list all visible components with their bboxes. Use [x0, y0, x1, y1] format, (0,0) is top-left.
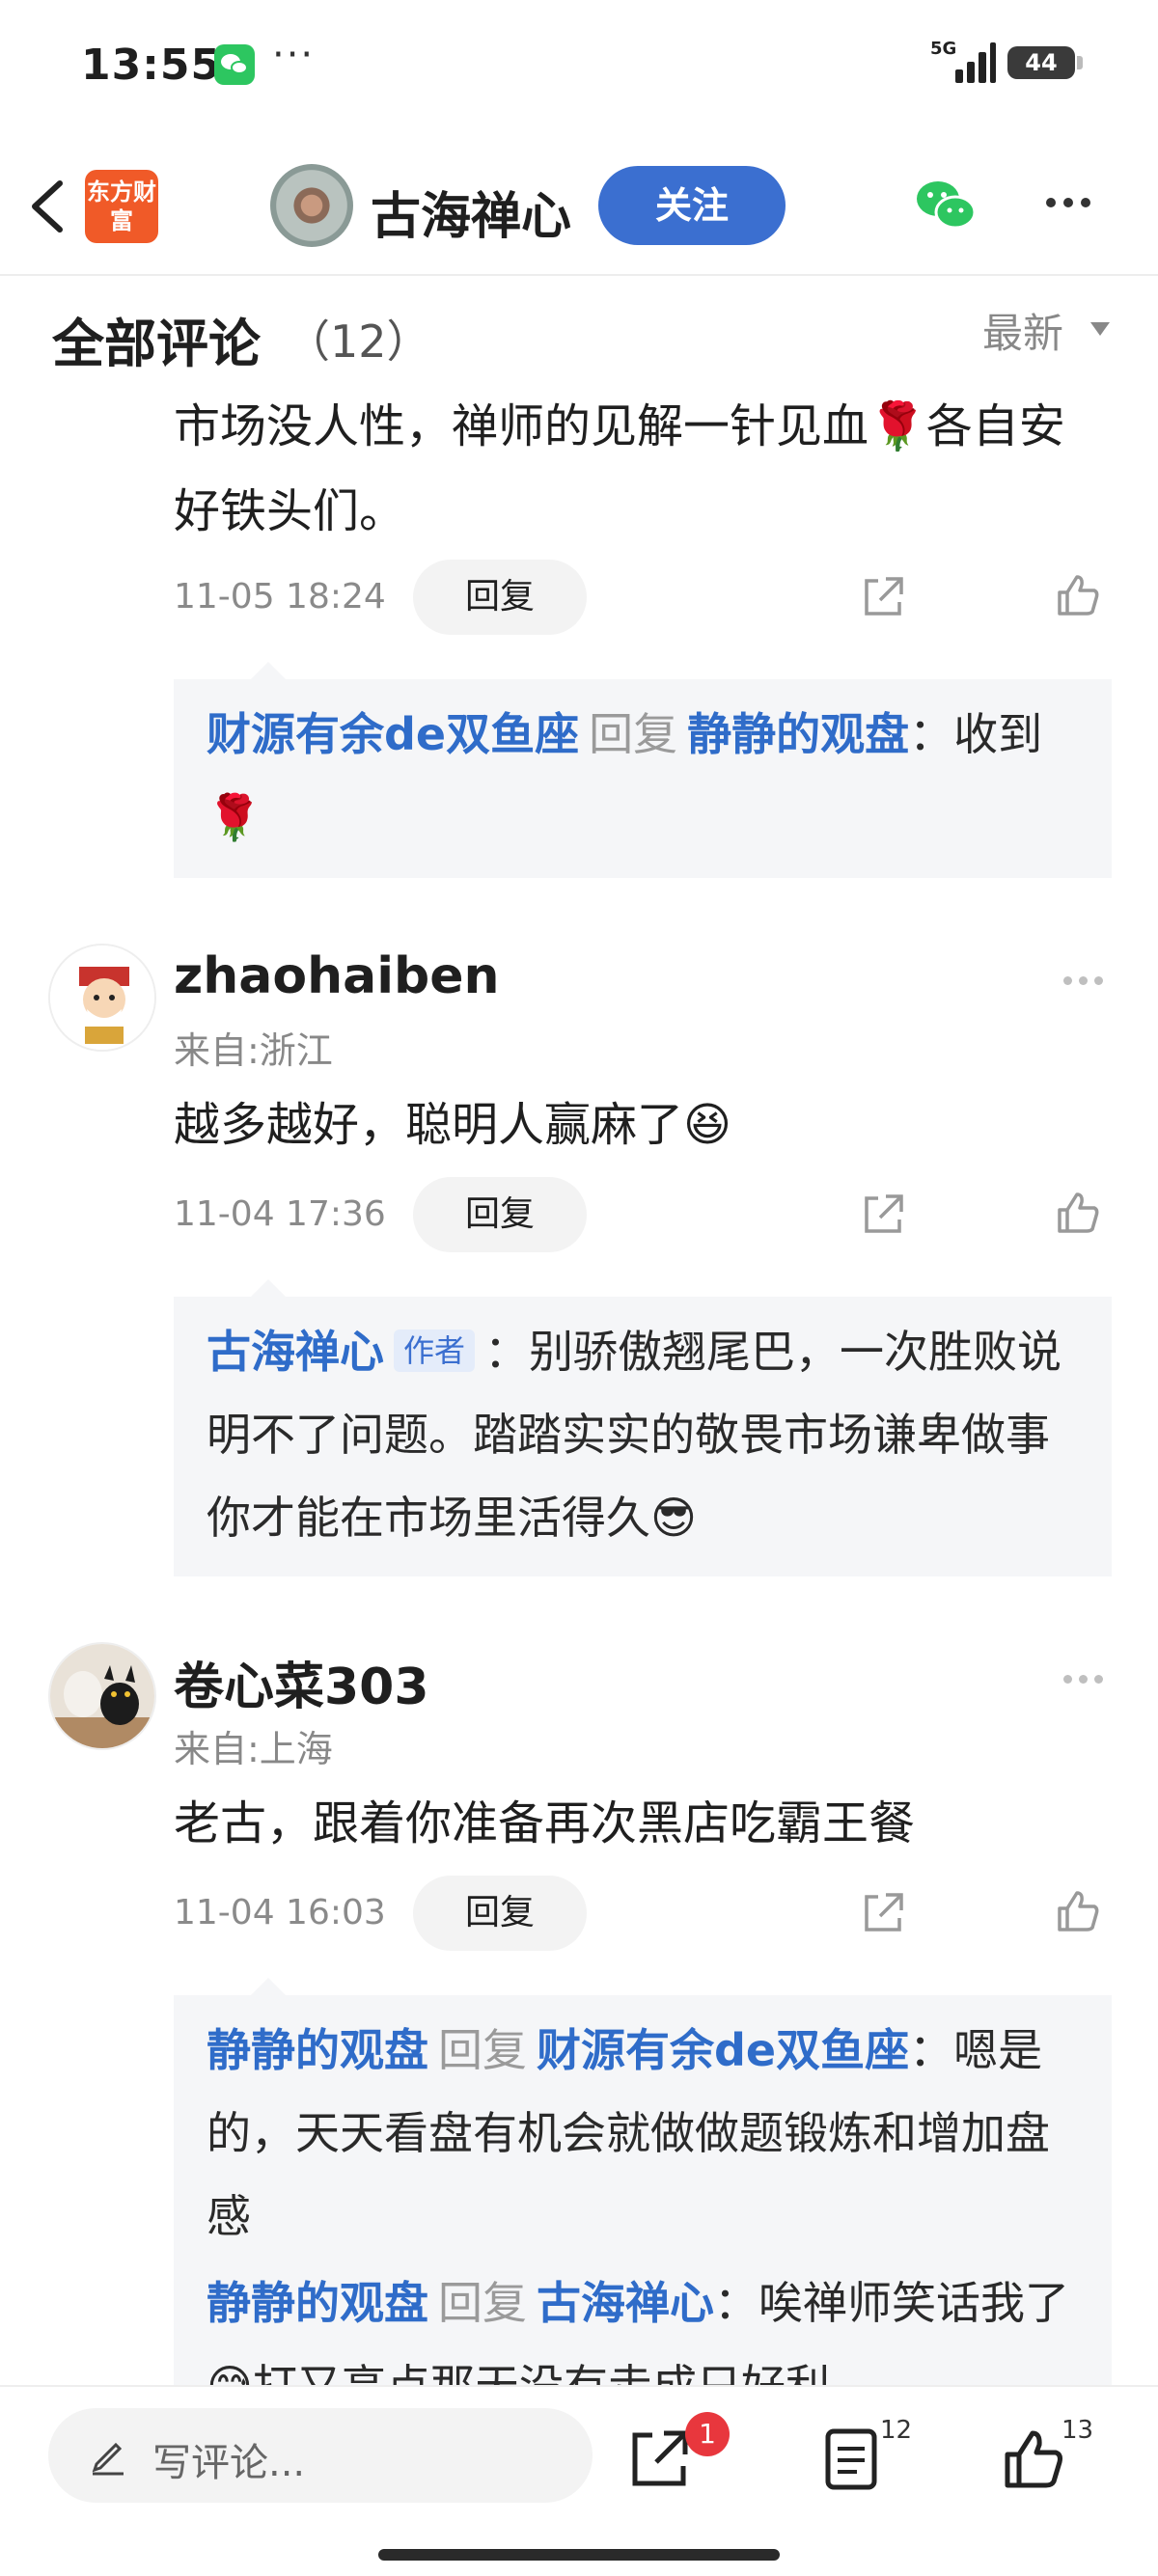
nav-bar: 东方财富 古海禅心 关注	[0, 135, 1158, 276]
comment-text: 市场没人性，禅师的见解一针见血🌹各自安好铁头们。	[174, 399, 1065, 538]
page: { "status_bar": { "time": "13:55", "more…	[0, 0, 1158, 2576]
comment-text: 越多越好，聪明人赢麻了😆	[174, 1098, 732, 1152]
pen-icon	[92, 2442, 124, 2476]
reply-thread: 静静的观盘 回复 财源有余de双鱼座：嗯是的，天天看盘有机会就做做题锻炼和增加盘感 …	[174, 1978, 1112, 2412]
commenter-name[interactable]: 卷心菜303	[174, 1646, 429, 1718]
reply-to-user[interactable]: 财源有余de双鱼座	[537, 2024, 909, 2076]
reply-to-user[interactable]: 古海禅心	[537, 2277, 714, 2329]
reply-from-user[interactable]: 财源有余de双鱼座	[207, 708, 579, 760]
reply-thread: 财源有余de双鱼座 回复 静静的观盘：收到🌹	[174, 662, 1112, 878]
like-icon[interactable]	[1000, 2425, 1067, 2493]
share-icon[interactable]	[859, 573, 907, 621]
reply-item[interactable]: 财源有余de双鱼座 回复 静静的观盘：收到🌹	[207, 693, 1079, 859]
reply-verb: 回复	[438, 2277, 527, 2329]
comment-input[interactable]: 写评论...	[48, 2408, 593, 2503]
comments-count: （12）	[286, 315, 431, 368]
reply-from-user[interactable]: 静静的观盘	[207, 2277, 428, 2329]
like-icon[interactable]	[1054, 1189, 1102, 1237]
status-bar: 13:55 ··· 5G 44	[0, 0, 1158, 135]
network-type: 5G	[930, 39, 957, 59]
wechat-notification-icon	[214, 44, 255, 85]
status-more-icon: ···	[272, 33, 316, 77]
comment-time: 11-04 16:03	[174, 1893, 386, 1932]
commenter-name[interactable]: zhaohaiben	[174, 947, 500, 1005]
author-avatar[interactable]	[270, 164, 353, 247]
comment-time: 11-05 18:24	[174, 577, 386, 617]
comment-time: 11-04 17:36	[174, 1194, 386, 1234]
comment-more-icon[interactable]	[1063, 1669, 1121, 1684]
reply-from-user[interactable]: 古海禅心	[207, 1326, 384, 1378]
comments-section-title: 全部评论	[52, 314, 261, 374]
more-options-icon[interactable]	[1046, 193, 1114, 212]
wechat-share-icon[interactable]	[915, 178, 977, 233]
reply-verb: 回复	[438, 2024, 527, 2076]
comment-placeholder: 写评论...	[152, 2441, 306, 2485]
battery-tip	[1077, 56, 1083, 69]
status-time: 13:55	[81, 41, 222, 90]
reply-item[interactable]: 静静的观盘 回复 财源有余de双鱼座：嗯是的，天天看盘有机会就做做题锻炼和增加盘感	[207, 2009, 1079, 2258]
author-name[interactable]: 古海禅心	[371, 176, 571, 248]
commenter-location: 来自:上海	[174, 1728, 333, 1770]
follow-button[interactable]: 关注	[598, 166, 786, 245]
like-icon[interactable]	[1054, 1887, 1102, 1935]
commenter-location: 来自:浙江	[174, 1029, 333, 1072]
sort-dropdown[interactable]: 最新	[982, 301, 1063, 360]
reply-to-user[interactable]: 静静的观盘	[687, 708, 909, 760]
like-count: 13	[1062, 2416, 1094, 2445]
reply-button[interactable]: 回复	[413, 560, 587, 635]
share-icon[interactable]	[859, 1889, 907, 1937]
bottom-bar: 写评论... 1 12 13	[0, 2385, 1158, 2576]
avatar[interactable]	[48, 1642, 156, 1750]
reply-button[interactable]: 回复	[413, 1876, 587, 1951]
signal-icon: 5G	[930, 39, 996, 83]
comment-list-icon[interactable]	[818, 2425, 886, 2493]
reply-item[interactable]: 古海禅心 作者 ：别骄傲翘尾巴，一次胜败说明不了问题。踏踏实实的敬畏市场谦卑做事你才…	[207, 1310, 1079, 1559]
reply-from-user[interactable]: 静静的观盘	[207, 2024, 428, 2076]
caret-down-icon[interactable]	[1090, 322, 1110, 336]
back-arrow-icon[interactable]	[23, 178, 75, 235]
home-indicator[interactable]	[378, 2549, 780, 2561]
battery-icon: 44	[1007, 46, 1075, 79]
author-badge: 作者	[394, 1329, 476, 1372]
comment-count: 12	[880, 2416, 913, 2445]
share-icon[interactable]	[859, 1191, 907, 1239]
reply-verb: 回复	[589, 708, 678, 760]
share-badge: 1	[685, 2412, 730, 2456]
avatar[interactable]	[48, 944, 156, 1052]
share-icon[interactable]	[625, 2425, 693, 2493]
reply-button[interactable]: 回复	[413, 1177, 587, 1252]
like-icon[interactable]	[1054, 571, 1102, 619]
reply-thread: 古海禅心 作者 ：别骄傲翘尾巴，一次胜败说明不了问题。踏踏实实的敬畏市场谦卑做事你才…	[174, 1279, 1112, 1576]
brand-logo[interactable]: 东方财富	[85, 170, 158, 243]
comment-text: 老古，跟着你准备再次黑店吃霸王餐	[174, 1796, 916, 1850]
comment-more-icon[interactable]	[1063, 971, 1121, 985]
